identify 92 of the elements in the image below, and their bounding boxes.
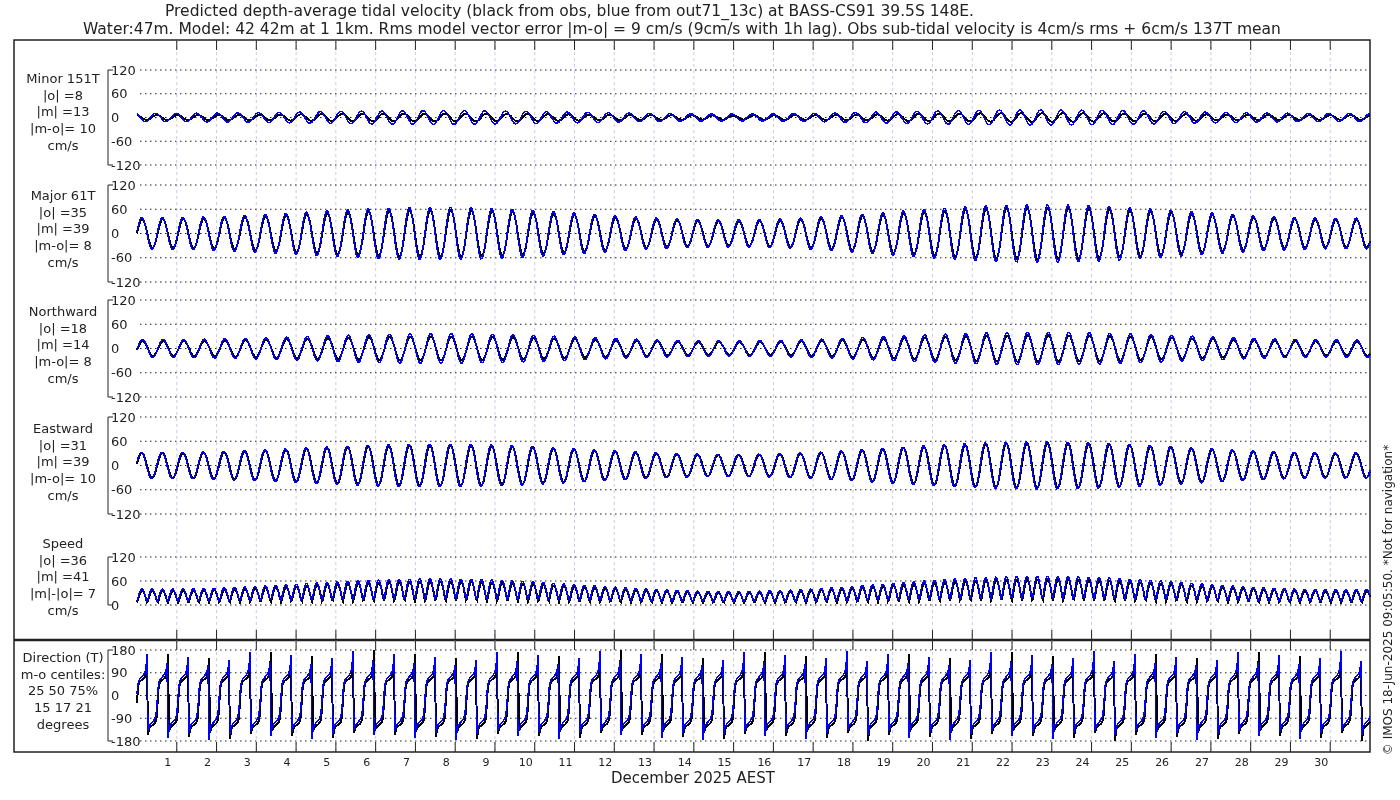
axis-tick-label: 120 [111, 292, 136, 308]
day-label: 24 [1075, 756, 1090, 769]
axis-tick-label: -120 [111, 506, 141, 522]
chart-title: Predicted depth-average tidal velocity (black from obs, blue from out71_13c) at BASS-CS91 39.5S 148E. [165, 2, 974, 20]
panel-label: cm/s [47, 137, 79, 153]
day-label: 7 [402, 756, 410, 769]
panel-label: |m| =39 [36, 221, 90, 237]
axis-tick-label: 0 [111, 226, 120, 241]
axis-tick-label: -120 [111, 389, 141, 405]
panel-label: |m|-|o|= 7 [29, 586, 97, 602]
axis-tick-label: -60 [111, 482, 133, 498]
day-label: 18 [836, 756, 851, 769]
axis-tick-label: 120 [111, 409, 136, 425]
panel-label: |m-o|= 8 [34, 354, 92, 370]
axis-tick-label: 60 [111, 573, 128, 589]
axis-tick-label: 120 [111, 549, 136, 565]
panel-label: Speed [42, 536, 84, 551]
day-label: 28 [1234, 756, 1249, 769]
panel-label: |o| =8 [43, 87, 83, 103]
panel-label: m-o centiles: [20, 666, 106, 682]
panel-label: |m-o|= 10 [30, 471, 96, 487]
day-label: 17 [797, 756, 812, 769]
panel-label: |m-o|= 10 [30, 121, 96, 137]
day-label: 8 [442, 756, 450, 769]
axis-tick-label: -120 [111, 157, 141, 173]
panel-label: Eastward [33, 421, 93, 436]
panel-label: |m| =14 [36, 337, 90, 353]
axis-tick-label: -60 [111, 365, 133, 381]
axis-tick-label: 60 [111, 201, 128, 217]
axis-tick-label: -60 [111, 250, 133, 266]
axis-tick-label: 0 [111, 110, 120, 125]
panel-label: degrees [36, 716, 90, 732]
day-label: 20 [916, 756, 931, 769]
copyright-note: © IMOS 18-Jun-2025 09:05:50. *Not for navigation* [1381, 444, 1395, 756]
panel-label: Direction (T) [22, 650, 104, 665]
panel-label: 25 50 75% [27, 683, 99, 699]
axis-tick-label: -180 [111, 733, 141, 749]
axis-tick-label: -60 [111, 133, 133, 149]
axis-tick-label: 90 [111, 665, 128, 681]
day-label: 5 [323, 756, 331, 769]
day-label: 25 [1115, 756, 1130, 769]
axis-tick-label: 120 [111, 177, 136, 193]
panel-label: |o| =18 [38, 320, 88, 336]
day-label: 19 [876, 756, 891, 769]
axis-tick-label: 180 [111, 642, 136, 658]
day-label: 12 [598, 756, 613, 769]
day-label: 14 [677, 756, 692, 769]
panel-label: cm/s [47, 254, 79, 270]
axis-tick-label: -90 [111, 710, 133, 726]
panel-label: Minor 151T [26, 71, 100, 86]
day-label: 10 [518, 756, 533, 769]
day-label: 6 [363, 756, 371, 769]
panel-label: cm/s [47, 487, 79, 503]
day-label: 21 [956, 756, 971, 769]
axis-tick-label: 60 [111, 86, 128, 102]
panel-label: |m-o|= 8 [34, 238, 92, 254]
panel-label: |o| =35 [38, 204, 88, 220]
axis-tick-label: -120 [111, 274, 141, 290]
axis-tick-label: 60 [111, 433, 128, 449]
day-label: 30 [1314, 756, 1329, 769]
day-label: 23 [1035, 756, 1050, 769]
chart-subtitle: Water:47m. Model: 42 42m at 1 1km. Rms model vector error |m-o| = 9 cm/s (9cm/s with 1h lag). Obs sub-tidal velocity is 4cm/s rms + 6cm/s 137T mean [83, 20, 1281, 38]
panel-label: 15 17 21 [34, 700, 92, 716]
day-label: 15 [717, 756, 732, 769]
axis-tick-label: 0 [111, 341, 120, 356]
panel-label: |o| =36 [38, 552, 88, 568]
panel-label: Northward [28, 304, 98, 319]
day-label: 22 [996, 756, 1011, 769]
day-label: 1 [164, 756, 172, 769]
axis-tick-label: 0 [111, 597, 120, 613]
axis-title: December 2025 AEST [611, 769, 775, 787]
day-label: 16 [757, 756, 772, 769]
panel-label: Major 61T [30, 188, 96, 203]
day-label: 27 [1194, 756, 1209, 769]
axis-tick-label: 120 [111, 62, 136, 78]
day-label: 13 [638, 756, 653, 769]
panel-label: cm/s [47, 602, 79, 618]
day-label: 11 [558, 756, 573, 769]
day-label: 2 [204, 756, 212, 769]
panel-label: |m| =13 [36, 104, 90, 120]
axis-tick-label: 0 [111, 458, 120, 473]
day-label: 29 [1274, 756, 1289, 769]
panel-label: |m| =39 [36, 454, 90, 470]
day-label: 4 [283, 756, 291, 769]
day-label: 26 [1155, 756, 1170, 769]
day-label: 3 [243, 756, 251, 769]
axis-tick-label: 60 [111, 316, 128, 332]
day-label: 9 [482, 756, 490, 769]
panel-label: cm/s [47, 370, 79, 386]
panel-label: |m| =41 [36, 569, 90, 585]
panel-label: |o| =31 [38, 437, 88, 453]
axis-tick-label: 0 [111, 688, 120, 703]
